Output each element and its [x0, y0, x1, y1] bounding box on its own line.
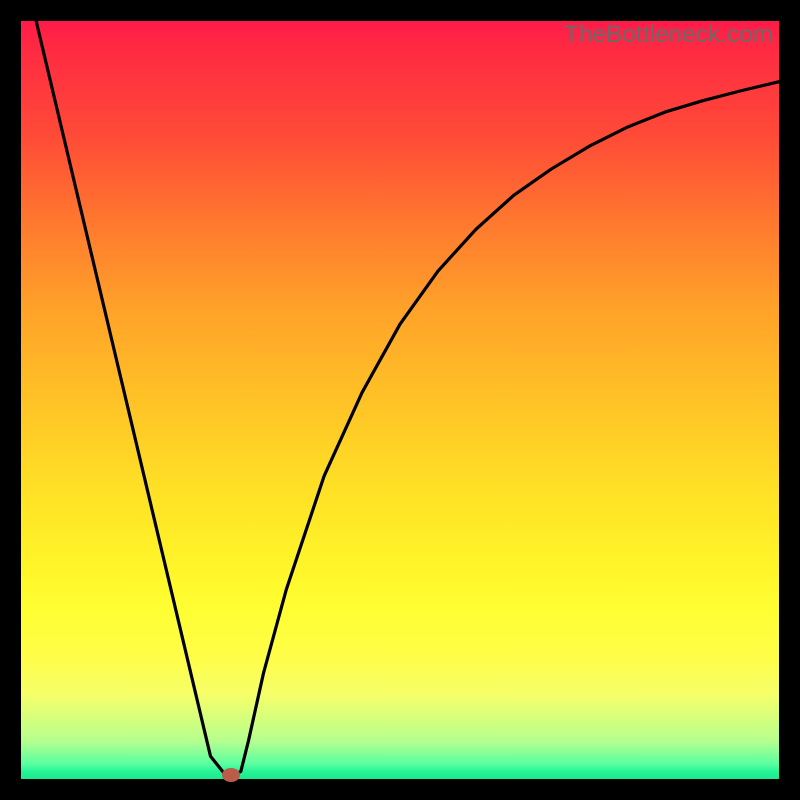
chart-frame: TheBottleneck.com: [21, 21, 779, 779]
optimum-marker: [222, 768, 240, 782]
watermark-text: TheBottleneck.com: [564, 21, 773, 49]
bottleneck-curve: [21, 21, 779, 779]
